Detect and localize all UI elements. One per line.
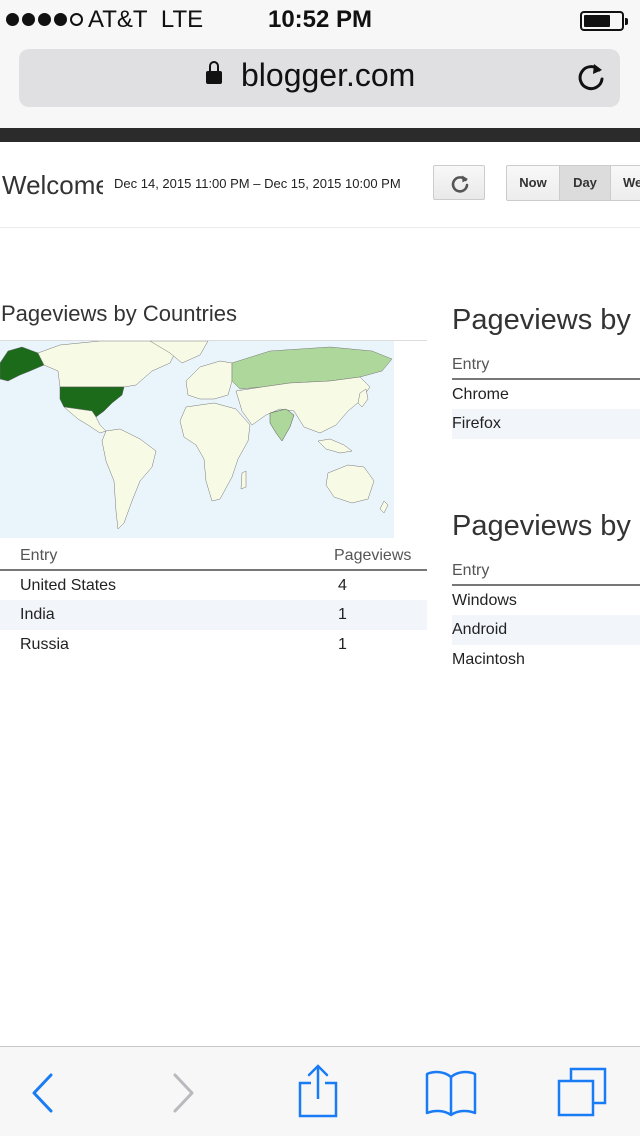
world-map	[0, 341, 394, 538]
map-madagascar	[240, 470, 247, 490]
table-row: India 1	[0, 600, 427, 630]
browser-toolbar	[0, 1046, 640, 1136]
welcome-text: Welcome	[2, 170, 103, 200]
date-range: Dec 14, 2015 11:00 PM – Dec 15, 2015 10:…	[114, 176, 401, 191]
forward-icon[interactable]	[170, 1073, 196, 1113]
column-header-entry[interactable]: Entry	[452, 558, 640, 586]
os-entry: Windows	[452, 591, 517, 609]
country-pageviews: 1	[338, 636, 347, 653]
status-bar: AT&T LTE 10:52 PM	[0, 0, 640, 40]
browser-entry: Firefox	[452, 409, 640, 439]
bookmarks-icon[interactable]	[424, 1069, 478, 1117]
countries-table: Entry Pageviews United States 4 India 1 …	[0, 543, 427, 660]
refresh-icon	[451, 175, 469, 193]
table-row: Macintosh	[452, 645, 640, 675]
os-title: Pageviews by	[452, 510, 631, 542]
range-week-button[interactable]: Week	[610, 165, 640, 201]
browser-entry: Chrome	[452, 385, 509, 403]
column-header-entry[interactable]: Entry	[0, 543, 331, 571]
country-entry: India	[0, 600, 331, 630]
back-icon[interactable]	[30, 1073, 56, 1113]
column-header-pageviews[interactable]: Pageviews	[331, 543, 427, 571]
battery-icon	[580, 11, 628, 31]
address-bar[interactable]: blogger.com	[19, 49, 620, 107]
divider	[0, 227, 640, 228]
countries-title: Pageviews by Countries	[1, 301, 238, 326]
country-entry: Russia	[20, 636, 69, 653]
os-entry: Android	[452, 615, 640, 645]
share-icon[interactable]	[297, 1063, 339, 1119]
table-row: Windows	[452, 585, 640, 615]
table-row: United States 4	[0, 570, 427, 600]
lock-icon	[206, 61, 222, 85]
os-entry: Macintosh	[452, 651, 525, 668]
tabs-icon[interactable]	[557, 1067, 609, 1119]
table-row: Android	[452, 615, 640, 645]
country-pageviews: 1	[331, 600, 427, 630]
country-entry: United States	[20, 576, 117, 594]
column-header-entry[interactable]: Entry	[452, 352, 640, 380]
blogger-header-strip	[0, 128, 640, 142]
refresh-button[interactable]	[433, 165, 485, 200]
table-row: Firefox	[452, 409, 640, 439]
browsers-title: Pageviews by	[452, 304, 631, 336]
table-row: Chrome	[452, 379, 640, 409]
status-time: 10:52 PM	[267, 6, 373, 33]
browsers-table: Entry Chrome Firefox	[452, 352, 640, 439]
reload-icon[interactable]	[574, 61, 608, 95]
browser-address-area: blogger.com	[0, 40, 640, 128]
url-text: blogger.com	[241, 57, 416, 93]
country-pageviews: 4	[338, 576, 347, 594]
os-table: Entry Windows Android Macintosh	[452, 558, 640, 675]
range-day-button[interactable]: Day	[559, 165, 611, 201]
table-row: Russia 1	[0, 630, 427, 660]
range-now-button[interactable]: Now	[506, 165, 560, 201]
